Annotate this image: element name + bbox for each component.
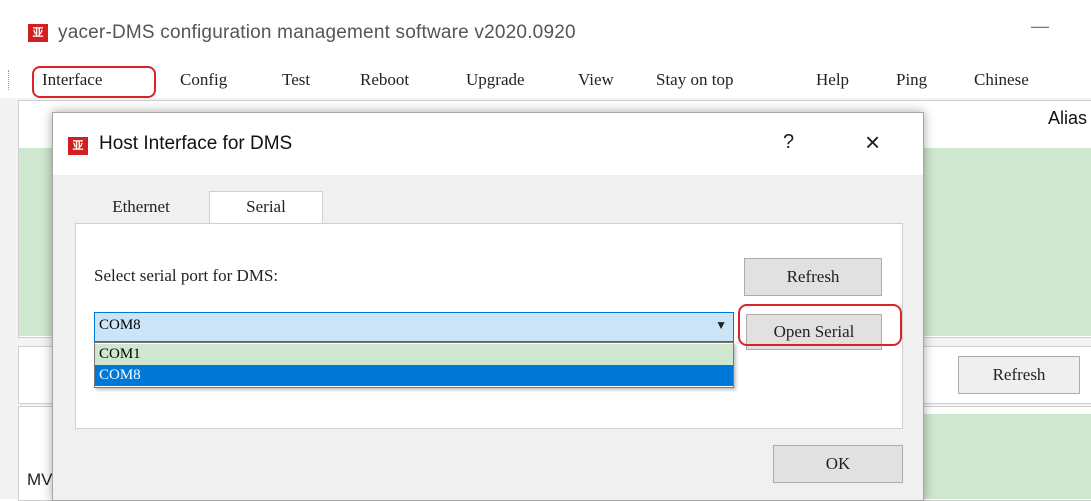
menu-stay-on-top[interactable]: Stay on top bbox=[656, 68, 733, 92]
serial-port-select[interactable]: COM8 ▼ bbox=[94, 312, 734, 342]
mv-label: MV bbox=[27, 470, 53, 489]
lower-panel-green bbox=[922, 414, 1091, 499]
app-title: yacer-DMS configuration management softw… bbox=[58, 22, 576, 43]
port-option-com1[interactable]: COM1 bbox=[95, 344, 733, 365]
open-serial-highlight-annotation bbox=[738, 304, 902, 346]
menu-view[interactable]: View bbox=[578, 68, 614, 92]
menu-test[interactable]: Test bbox=[282, 68, 310, 92]
menu-config[interactable]: Config bbox=[180, 68, 227, 92]
menu-upgrade[interactable]: Upgrade bbox=[466, 68, 525, 92]
menu-help[interactable]: Help bbox=[816, 68, 849, 92]
menu-bar: Interface Config Test Reboot Upgrade Vie… bbox=[0, 62, 1091, 99]
tab-serial[interactable]: Serial bbox=[209, 191, 323, 225]
dialog-title: Host Interface for DMS bbox=[99, 133, 293, 154]
menu-ping[interactable]: Ping bbox=[896, 68, 927, 92]
app-logo-icon: 亚 bbox=[28, 24, 48, 42]
menu-grip-handle bbox=[8, 70, 13, 90]
alias-column-header: Alias bbox=[1048, 108, 1088, 128]
dialog-title-bar: 亚 Host Interface for DMS ? × bbox=[53, 113, 923, 175]
help-button[interactable]: ? bbox=[783, 131, 794, 154]
menu-chinese[interactable]: Chinese bbox=[974, 68, 1029, 92]
menu-reboot[interactable]: Reboot bbox=[360, 68, 409, 92]
dialog-logo-icon: 亚 bbox=[68, 137, 88, 155]
close-button[interactable]: × bbox=[865, 127, 880, 158]
ok-button[interactable]: OK bbox=[773, 445, 903, 483]
refresh-button[interactable]: Refresh bbox=[744, 258, 882, 296]
background-refresh-button[interactable]: Refresh bbox=[958, 356, 1080, 394]
minimize-button[interactable]: — bbox=[1028, 16, 1052, 40]
interface-highlight-annotation bbox=[32, 66, 156, 98]
serial-port-value: COM8 bbox=[99, 317, 141, 333]
serial-port-dropdown: COM1 COM8 bbox=[94, 342, 734, 388]
serial-port-label: Select serial port for DMS: bbox=[94, 266, 279, 285]
app-title-bar: 亚 yacer-DMS configuration management sof… bbox=[0, 0, 1091, 62]
chevron-down-icon[interactable]: ▼ bbox=[715, 318, 727, 332]
port-option-com8[interactable]: COM8 bbox=[95, 365, 733, 386]
tab-ethernet[interactable]: Ethernet bbox=[75, 191, 207, 223]
